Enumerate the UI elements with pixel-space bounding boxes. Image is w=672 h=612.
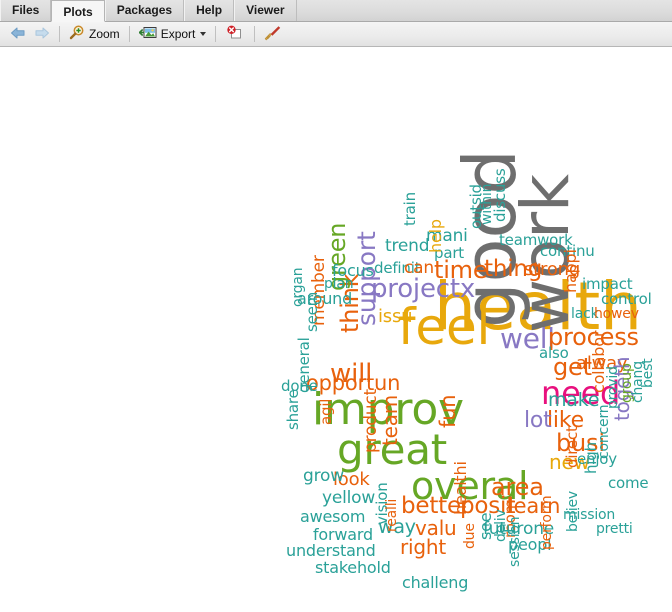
- remove-plot-button[interactable]: [221, 24, 249, 45]
- tab-help[interactable]: Help: [184, 0, 235, 21]
- wordcloud-word: happi: [561, 249, 580, 293]
- wordcloud-word: can: [404, 258, 434, 278]
- wordcloud-word: grow: [303, 466, 344, 486]
- plot-canvas: health good work feel improv great overal need p…: [0, 48, 672, 612]
- tab-packages[interactable]: Packages: [104, 0, 185, 21]
- wordcloud-word: E: [500, 523, 518, 533]
- forward-arrow-icon: [34, 26, 50, 43]
- wordcloud-word: provid: [605, 366, 621, 409]
- next-plot-button[interactable]: [30, 24, 54, 45]
- remove-plot-icon: [225, 25, 245, 43]
- wordcloud-word: due: [462, 523, 478, 549]
- wordcloud-word: yellow: [322, 488, 376, 508]
- wordcloud-word: issu: [378, 306, 413, 327]
- export-button[interactable]: Export: [135, 24, 211, 45]
- wordcloud-word: perform: [539, 495, 555, 551]
- tab-viewer[interactable]: Viewer: [234, 0, 297, 21]
- wordcloud-word: lot: [524, 408, 552, 433]
- wordcloud-word: product: [361, 389, 381, 453]
- wordcloud-word: make: [548, 389, 600, 411]
- toolbar-separator-1: [59, 26, 60, 42]
- export-button-label: Export: [160, 27, 196, 41]
- image-export-icon: [138, 25, 157, 43]
- wordcloud-word: trend: [385, 236, 430, 256]
- wordcloud-word: right: [400, 535, 446, 559]
- wordcloud-word: howev: [594, 306, 639, 322]
- wordcloud-word: also: [539, 344, 569, 362]
- wordcloud-word: direct: [563, 426, 581, 468]
- wordcloud-word: help: [426, 219, 445, 253]
- chevron-down-icon: [200, 32, 207, 36]
- wordcloud-word: share: [284, 389, 302, 430]
- back-arrow-icon: [10, 26, 26, 43]
- plots-toolbar: Zoom Export: [0, 22, 672, 47]
- wordcloud-word: team: [378, 394, 402, 446]
- wordcloud-word: see: [476, 512, 495, 540]
- toolbar-separator-2: [128, 26, 130, 42]
- wordcloud-word: train: [401, 192, 419, 226]
- zoom-button[interactable]: Zoom: [65, 24, 124, 45]
- wordcloud-word: stakehold: [315, 558, 391, 577]
- toolbar-separator-4: [254, 26, 256, 42]
- wordcloud-word: best: [640, 358, 656, 388]
- wordcloud-word: fun: [436, 394, 460, 428]
- wordcloud-word: opportun: [306, 371, 401, 395]
- wordcloud-word: pretti: [596, 521, 633, 537]
- wordcloud-figure: health good work feel improv great overal need p…: [0, 48, 672, 612]
- clear-all-plots-button[interactable]: [260, 24, 286, 45]
- wordcloud-word: seem: [303, 291, 321, 332]
- wordcloud-word: realli: [384, 498, 400, 532]
- tab-files[interactable]: Files: [0, 0, 52, 21]
- wordcloud-word: challeng: [402, 573, 469, 592]
- wordcloud-word: come: [608, 474, 649, 492]
- broom-clear-all-icon: [264, 25, 282, 44]
- pane-tab-bar: Files Plots Packages Help Viewer: [0, 0, 672, 22]
- wordcloud-word: general: [295, 337, 313, 393]
- wordcloud-word: believ: [565, 491, 581, 532]
- zoom-button-label: Zoom: [89, 27, 120, 41]
- previous-plot-button[interactable]: [6, 24, 30, 45]
- wordcloud-word: awesom: [300, 507, 366, 526]
- wordcloud-word: healthi: [451, 461, 470, 515]
- wordcloud-word: understand: [286, 541, 376, 560]
- wordcloud-word: discuss: [491, 168, 509, 223]
- magnifier-icon: [69, 25, 85, 43]
- wordcloud-word: control: [601, 290, 652, 308]
- wordcloud-word: agil: [317, 398, 335, 425]
- wordcloud-word: impact: [582, 275, 633, 293]
- tab-plots[interactable]: Plots: [51, 0, 105, 22]
- rstudio-plots-pane: Files Plots Packages Help Viewer Zoom Ex…: [0, 0, 672, 612]
- toolbar-separator-3: [215, 26, 217, 42]
- wordcloud-word: concern: [596, 404, 612, 459]
